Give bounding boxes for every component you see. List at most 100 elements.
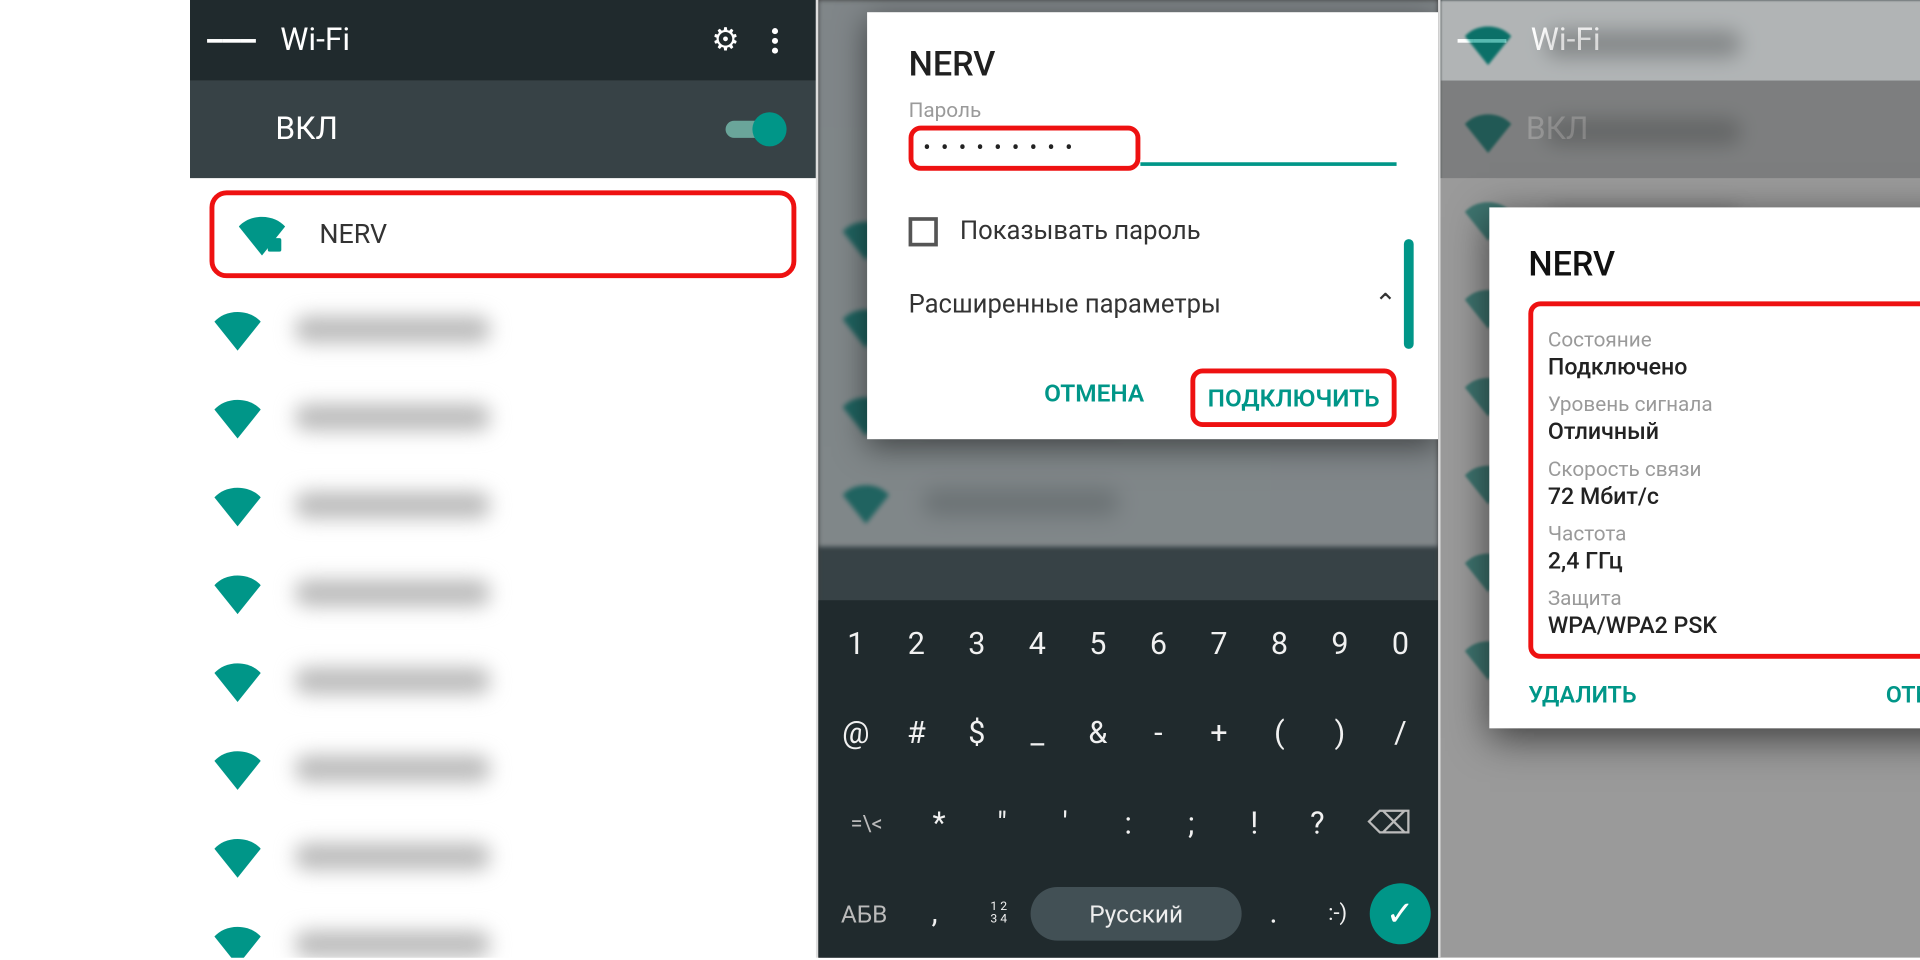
key-semicolon[interactable]: ; [1160,791,1223,856]
chevron-up-icon [1374,290,1396,319]
key-hash[interactable]: # [886,702,947,767]
detail-value: 72 Мбит/с [1548,482,1920,510]
key-3[interactable]: 3 [947,612,1008,677]
key-slash[interactable]: / [1370,702,1431,767]
app-bar: Wi-Fi [190,0,816,81]
menu-icon[interactable] [207,16,256,65]
toggle-label: ВКЛ [275,111,338,148]
key-amp[interactable]: & [1068,702,1129,767]
key-dollar[interactable]: $ [947,702,1008,767]
wifi-item-blurred[interactable] [190,813,816,901]
key-7[interactable]: 7 [1189,612,1250,677]
keyboard-row-4: АБВ , 1 2 3 4 Русский . :-) ✓ [818,869,1438,958]
advanced-label: Расширенные параметры [909,290,1221,319]
detail-value: Отличный [1548,417,1920,445]
connect-dialog: NERV Пароль • • • • • • • • • Показывать… [867,12,1438,439]
key-language[interactable]: Русский [1031,886,1242,940]
key-backspace-icon[interactable] [1349,791,1431,857]
key-0[interactable]: 0 [1370,612,1431,677]
password-field-mask: • • • • • • • • • [923,135,1075,161]
wifi-item-blurred[interactable] [190,549,816,637]
key-abc[interactable]: АБВ [826,884,903,943]
wifi-signal-icon [214,745,260,791]
advanced-options-row[interactable]: Расширенные параметры [909,268,1397,341]
key-rparen[interactable]: ) [1310,702,1371,767]
key-6[interactable]: 6 [1128,612,1189,677]
key-9[interactable]: 9 [1310,612,1371,677]
key-comma[interactable]: , [903,881,967,946]
dialog-ssid: NERV [909,44,1397,84]
dialog-actions: УДАЛИТЬ ОТМЕНА [1528,681,1920,709]
dialog-ssid: NERV [1528,244,1920,284]
key-question[interactable]: ? [1286,791,1349,856]
key-star[interactable]: * [908,791,971,856]
wifi-signal-icon [214,570,260,616]
key-minus[interactable]: - [1128,702,1189,767]
panel-network-details: Wi-Fi ВКЛ NERV Состояние Подключено Уров… [1441,0,1920,958]
detail-label: Частота [1548,522,1920,546]
detail-value: WPA/WPA2 PSK [1548,611,1920,639]
wifi-signal-icon [214,482,260,528]
wifi-network-list: NERV [190,190,816,957]
show-password-label: Показывать пароль [960,217,1201,246]
wifi-toggle-bar: ВКЛ [190,81,816,179]
key-underscore[interactable]: _ [1007,702,1068,767]
checkbox-icon[interactable] [909,217,938,246]
password-highlight: • • • • • • • • • [909,126,1141,171]
key-emoticon[interactable]: :-) [1306,886,1370,941]
detail-value: Подключено [1548,353,1920,381]
dialog-actions: ОТМЕНА ПОДКЛЮЧИТЬ [909,368,1397,427]
cancel-button[interactable]: ОТМЕНА [1032,368,1156,427]
wifi-item-label: NERV [319,219,387,250]
key-at[interactable]: @ [826,702,887,767]
wifi-item-blurred[interactable] [190,285,816,373]
key-dquote[interactable]: " [971,791,1034,856]
detail-label: Состояние [1548,328,1920,352]
key-2[interactable]: 2 [886,612,947,677]
key-8[interactable]: 8 [1249,612,1310,677]
wifi-item-nerv[interactable]: NERV [210,190,797,278]
forget-button[interactable]: УДАЛИТЬ [1528,681,1636,709]
key-5[interactable]: 5 [1068,612,1129,677]
on-screen-keyboard: 1 2 3 4 5 6 7 8 9 0 @ # $ _ & - + ( ) / … [818,600,1438,957]
key-4[interactable]: 4 [1007,612,1068,677]
detail-value: 2,4 ГГц [1548,547,1920,575]
wifi-signal-icon [214,394,260,440]
password-label: Пароль [909,99,1397,123]
key-done-icon[interactable]: ✓ [1370,883,1431,944]
keyboard-row-1: 1 2 3 4 5 6 7 8 9 0 [818,600,1438,689]
keyboard-row-2: @ # $ _ & - + ( ) / [818,689,1438,778]
wifi-signal-icon [239,211,285,257]
wifi-signal-icon [214,921,260,958]
wifi-item-blurred[interactable] [190,373,816,461]
key-colon[interactable]: : [1097,791,1160,856]
connect-button[interactable]: ПОДКЛЮЧИТЬ [1191,368,1397,427]
panel-wifi-list: Wi-Fi ВКЛ NERV [190,0,818,958]
key-bang[interactable]: ! [1223,791,1286,856]
detail-label: Защита [1548,587,1920,611]
key-lparen[interactable]: ( [1249,702,1310,767]
wifi-item-blurred[interactable] [190,637,816,725]
settings-icon[interactable] [701,16,750,65]
keyboard-row-3: =\< * " ' : ; ! ? [818,778,1438,868]
wifi-signal-icon [214,658,260,704]
key-symshift[interactable]: =\< [826,796,908,851]
cancel-button[interactable]: ОТМЕНА [1886,681,1920,709]
dialog-scrollbar[interactable] [1404,239,1414,349]
key-dot[interactable]: . [1241,881,1305,946]
more-icon[interactable] [750,16,799,65]
wifi-item-blurred[interactable] [190,461,816,549]
key-squote[interactable]: ' [1034,791,1097,856]
wifi-item-blurred[interactable] [190,725,816,813]
wifi-signal-icon [214,306,260,352]
wifi-toggle[interactable] [726,113,782,145]
key-plus[interactable]: + [1189,702,1250,767]
key-fraction[interactable]: 1 2 3 4 [967,886,1031,940]
detail-label: Уровень сигнала [1548,393,1920,417]
key-1[interactable]: 1 [826,612,887,677]
show-password-row[interactable]: Показывать пароль [909,217,1397,246]
detail-label: Скорость связи [1548,458,1920,482]
details-block: Состояние Подключено Уровень сигнала Отл… [1528,301,1920,658]
network-details-dialog: NERV Состояние Подключено Уровень сигнал… [1489,207,1920,728]
wifi-item-blurred[interactable] [190,900,816,957]
